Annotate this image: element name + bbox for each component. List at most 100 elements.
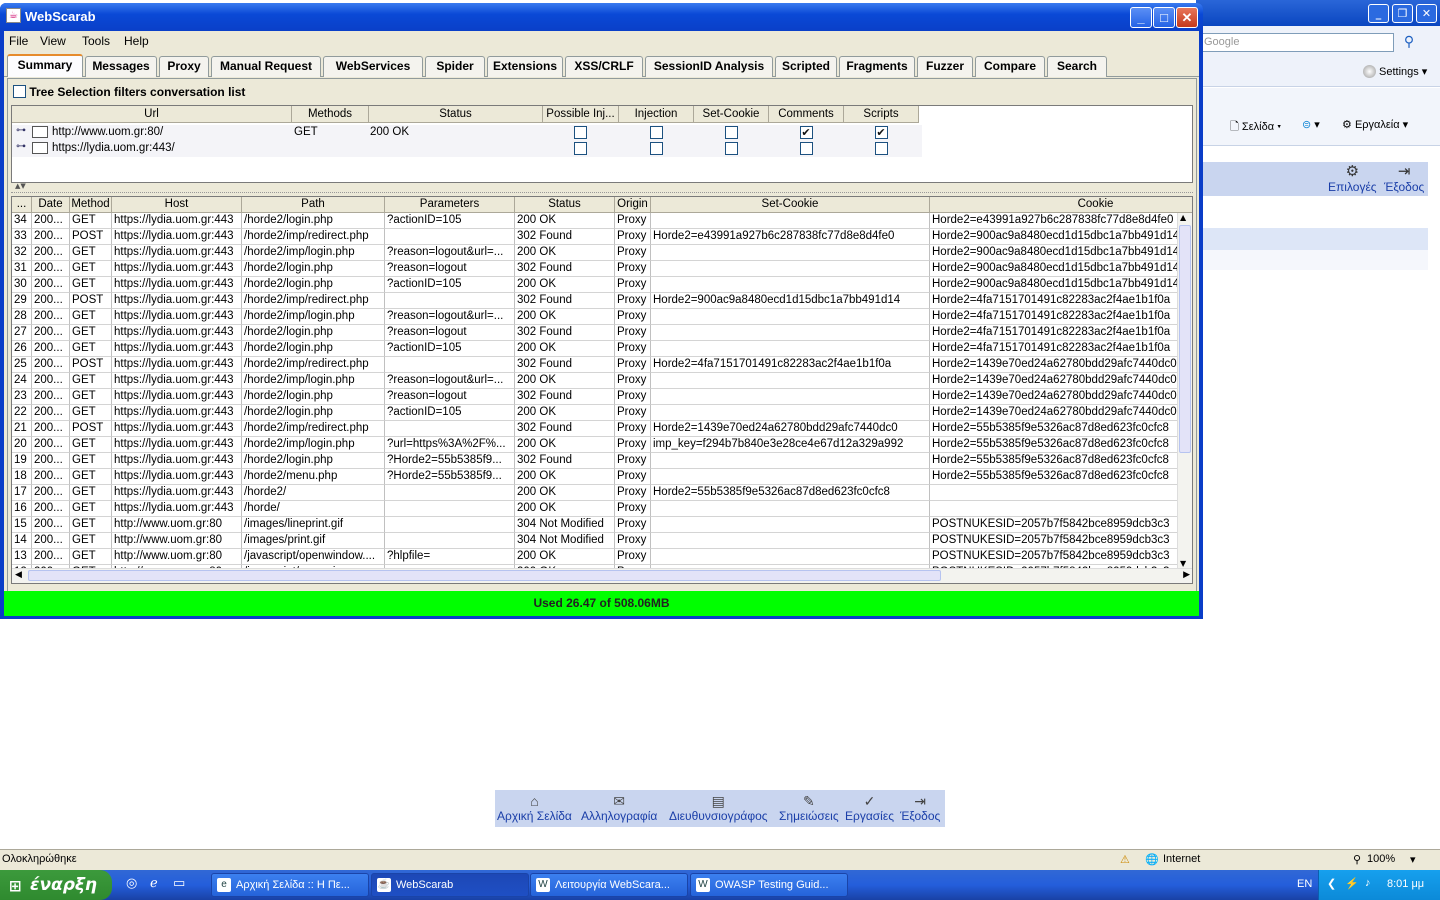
grid-col-header[interactable]: Date: [32, 197, 70, 213]
grid-col-header[interactable]: Path: [242, 197, 385, 213]
tab-scripted[interactable]: Scripted: [775, 56, 837, 77]
maximize-button[interactable]: □: [1153, 7, 1175, 28]
table-row[interactable]: 15 200... GET http://www.uom.gr:80/images/l…: [12, 517, 1192, 533]
tree-comments-checkbox[interactable]: ✔: [799, 126, 813, 139]
table-row[interactable]: 28 200... GET https://lydia.uom.gr:443/hord…: [12, 309, 1192, 325]
tree-scripts-checkbox[interactable]: [874, 142, 888, 155]
tray-arrow-icon[interactable]: ❮: [1327, 877, 1336, 890]
grid-col-header[interactable]: ...: [12, 197, 32, 213]
table-row[interactable]: 24 200... GET https://lydia.uom.gr:443/hord…: [12, 373, 1192, 389]
tree-scripts-checkbox[interactable]: ✔: [874, 126, 888, 139]
table-row[interactable]: 33 200... POST https://lydia.uom.gr:443/hor…: [12, 229, 1192, 245]
close-button[interactable]: ✕: [1176, 7, 1198, 28]
nav-options[interactable]: ⚙ Επιλογές: [1328, 164, 1377, 195]
collapse-up-icon[interactable]: ▲▼: [15, 182, 26, 190]
table-row[interactable]: 22 200... GET https://lydia.uom.gr:443/hord…: [12, 405, 1192, 421]
hscrollbar-thumb[interactable]: [28, 570, 941, 581]
ie-search-input[interactable]: Google: [1200, 33, 1394, 52]
grid-col-header[interactable]: Set-Cookie: [651, 197, 930, 213]
tree-expand-icon[interactable]: ⊶: [16, 125, 26, 136]
table-row[interactable]: 20 200... GET https://lydia.uom.gr:443/hord…: [12, 437, 1192, 453]
table-row[interactable]: 30 200... GET https://lydia.uom.gr:443/hord…: [12, 277, 1192, 293]
table-row[interactable]: 31 200... GET https://lydia.uom.gr:443/hord…: [12, 261, 1192, 277]
tab-xss-crlf[interactable]: XSS/CRLF: [565, 56, 643, 77]
tree-col-header[interactable]: Url: [12, 106, 292, 123]
tab-search[interactable]: Search: [1047, 56, 1107, 77]
tree-set-cookie-checkbox[interactable]: [724, 126, 738, 139]
grid-col-header[interactable]: Parameters: [385, 197, 515, 213]
tab-fuzzer[interactable]: Fuzzer: [917, 56, 973, 77]
bottom-nav-address-book[interactable]: ▤ Διευθυνσιογράφος: [669, 793, 768, 823]
tree-expand-icon[interactable]: ⊶: [16, 141, 26, 152]
grid-col-header[interactable]: Method: [70, 197, 112, 213]
tree-col-header[interactable]: Status: [369, 106, 543, 123]
tab-sessionid-analysis[interactable]: SessionID Analysis: [645, 56, 773, 77]
tab-proxy[interactable]: Proxy: [159, 56, 209, 77]
network-icon[interactable]: ⚡: [1345, 877, 1359, 890]
tree-filter-option[interactable]: Tree Selection filters conversation list: [13, 85, 245, 99]
bottom-nav-notes[interactable]: ✎ Σημειώσεις: [779, 793, 839, 823]
table-row[interactable]: 25 200... POST https://lydia.uom.gr:443/hor…: [12, 357, 1192, 373]
tree-injection-checkbox[interactable]: [649, 126, 663, 139]
tree-row[interactable]: ⊶ http://www.uom.gr:80/GET 200 OK ✔ ✔: [12, 125, 922, 141]
tab-extensions[interactable]: Extensions: [487, 56, 563, 77]
taskbar-item[interactable]: W Λειτουργία WebScara...: [530, 873, 688, 897]
quicklaunch-messenger-icon[interactable]: ◎: [126, 876, 137, 891]
menu-help[interactable]: Help: [124, 34, 149, 48]
grid-col-header[interactable]: Status: [515, 197, 615, 213]
taskbar-item[interactable]: ☕ WebScarab: [371, 873, 529, 897]
scroll-left-icon[interactable]: ◀: [15, 570, 22, 580]
volume-icon[interactable]: ♪: [1365, 877, 1371, 889]
table-row[interactable]: 18 200... GET https://lydia.uom.gr:443/hord…: [12, 469, 1192, 485]
scroll-down-icon[interactable]: ▼: [1180, 559, 1186, 568]
scroll-right-icon[interactable]: ▶: [1183, 570, 1190, 580]
table-row[interactable]: 14 200... GET http://www.uom.gr:80/images/p…: [12, 533, 1192, 549]
table-row[interactable]: 21 200... POST https://lydia.uom.gr:443/hor…: [12, 421, 1192, 437]
ie-page-menu[interactable]: 🗋 Σελίδα ▾: [1230, 118, 1281, 137]
bottom-nav-home[interactable]: ⌂ Αρχική Σελίδα: [497, 793, 572, 823]
vertical-scrollbar[interactable]: ▲ ▼: [1177, 213, 1192, 568]
tab-spider[interactable]: Spider: [425, 56, 485, 77]
tree-col-header[interactable]: Possible Inj...: [543, 106, 619, 123]
ie-tools-menu[interactable]: ⚙ Εργαλεία ▾: [1342, 118, 1408, 131]
tab-messages[interactable]: Messages: [85, 56, 157, 77]
bottom-nav-tasks[interactable]: ✓ Εργασίες: [845, 793, 894, 823]
tree-col-header[interactable]: Methods: [292, 106, 369, 123]
tree-col-header[interactable]: Injection: [619, 106, 694, 123]
tree-col-header[interactable]: Scripts: [844, 106, 919, 123]
scrollbar-thumb[interactable]: [1179, 225, 1191, 453]
bottom-nav-exit[interactable]: ⇥ Έξοδος: [900, 793, 940, 823]
table-row[interactable]: 29 200... POST https://lydia.uom.gr:443/hor…: [12, 293, 1192, 309]
tree-col-header[interactable]: Set-Cookie: [694, 106, 769, 123]
minimize-button[interactable]: _: [1130, 7, 1152, 28]
nav-exit[interactable]: ⇥ Έξοδος: [1384, 164, 1424, 195]
horizontal-scrollbar[interactable]: ◀ ▶: [12, 568, 1192, 583]
language-indicator[interactable]: EN: [1297, 878, 1312, 890]
menu-file[interactable]: File: [9, 34, 28, 48]
zoom-dropdown-icon[interactable]: ▾: [1410, 853, 1416, 866]
table-row[interactable]: 23 200... GET https://lydia.uom.gr:443/hord…: [12, 389, 1192, 405]
tab-fragments[interactable]: Fragments: [839, 56, 915, 77]
menu-view[interactable]: View: [40, 34, 66, 48]
ie-skype-button[interactable]: ⊜ ▾: [1302, 118, 1320, 131]
table-row[interactable]: 34 200... GET https://lydia.uom.gr:443/hord…: [12, 213, 1192, 229]
clock[interactable]: 8:01 μμ: [1387, 878, 1424, 890]
ie-zoom-level[interactable]: 100%: [1367, 853, 1395, 865]
quicklaunch-folder-icon[interactable]: ▭: [173, 876, 185, 891]
tree-possible-inj-checkbox[interactable]: [574, 142, 587, 155]
tab-manual-request[interactable]: Manual Request: [211, 56, 321, 77]
tree-row[interactable]: ⊶ https://lydia.uom.gr:443/: [12, 141, 922, 157]
table-row[interactable]: 17 200... GET https://lydia.uom.gr:443/hord…: [12, 485, 1192, 501]
tab-compare[interactable]: Compare: [975, 56, 1045, 77]
scroll-up-icon[interactable]: ▲: [1180, 213, 1186, 222]
taskbar-item[interactable]: W OWASP Testing Guid...: [690, 873, 848, 897]
quicklaunch-ie-icon[interactable]: ℯ: [150, 876, 158, 891]
ie-maximize-button[interactable]: ❐: [1392, 4, 1413, 23]
table-row[interactable]: 19 200... GET https://lydia.uom.gr:443/hord…: [12, 453, 1192, 469]
tree-possible-inj-checkbox[interactable]: [574, 126, 587, 139]
tree-filter-checkbox[interactable]: [13, 85, 26, 98]
security-warning-icon[interactable]: ⚠: [1120, 853, 1130, 866]
grid-col-header[interactable]: Origin: [615, 197, 651, 213]
grid-col-header[interactable]: Cookie: [930, 197, 1192, 213]
tree-col-header[interactable]: Comments: [769, 106, 844, 123]
